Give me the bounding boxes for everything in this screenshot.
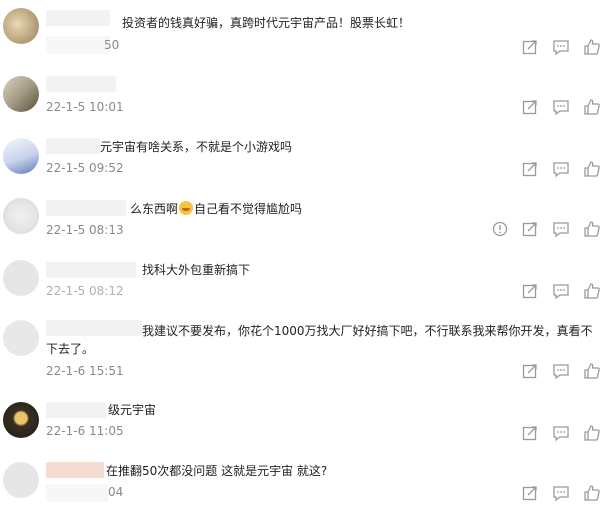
timestamp: 22-1-6 11:05	[46, 424, 124, 438]
avatar[interactable]	[3, 138, 39, 174]
avatar[interactable]	[3, 76, 39, 112]
like-icon[interactable]	[583, 424, 601, 442]
comment-item: 元宇宙有啥关系，不就是个小游戏吗 22-1-5 09:52	[0, 124, 609, 186]
username[interactable]	[46, 402, 106, 418]
username[interactable]	[46, 262, 136, 278]
comment-item: 我建议不要发布，你花个1000万找大厂好好搞下吧，不行联系我来帮你开发，真看不下…	[0, 310, 609, 392]
comment-actions	[519, 424, 609, 442]
comment-actions	[519, 98, 609, 116]
comment-icon[interactable]	[552, 282, 570, 300]
comment-actions	[519, 160, 609, 178]
timestamp: 22-1-5 08:12	[46, 284, 124, 298]
comment-item: 22-1-5 10:01	[0, 62, 609, 124]
username[interactable]	[46, 76, 116, 92]
username[interactable]	[46, 138, 100, 154]
like-icon[interactable]	[583, 362, 601, 380]
share-icon[interactable]	[521, 220, 539, 238]
comment-text: 我建议不要发布，你花个1000万找大厂好好搞下吧，不行联系我来帮你开发，真看不下…	[46, 324, 593, 356]
avatar[interactable]	[3, 402, 39, 438]
like-icon[interactable]	[583, 220, 601, 238]
comment-icon[interactable]	[552, 484, 570, 502]
avatar[interactable]	[3, 198, 39, 234]
timestamp: 22-1-6 15:51	[46, 364, 124, 378]
timestamp: 50	[104, 38, 120, 52]
timestamp: 22-1-5 09:52	[46, 161, 124, 175]
username[interactable]	[46, 200, 126, 216]
comment-actions	[489, 220, 609, 238]
like-icon[interactable]	[583, 38, 601, 56]
share-icon[interactable]	[521, 282, 539, 300]
laughing-emoji-icon	[179, 201, 194, 215]
timestamp: 22-1-5 08:13	[46, 223, 124, 237]
comment-icon[interactable]	[552, 362, 570, 380]
timestamp: 22-1-5 10:01	[46, 100, 124, 114]
like-icon[interactable]	[583, 160, 601, 178]
comment-actions	[519, 282, 609, 300]
comment-actions	[519, 484, 609, 502]
comment-icon[interactable]	[552, 160, 570, 178]
avatar[interactable]	[3, 8, 39, 44]
comment-actions	[519, 38, 609, 56]
comment-text: 在推翻50次都没问题 这就是元宇宙 就这?	[106, 464, 328, 478]
comment-actions	[519, 362, 609, 380]
username[interactable]	[46, 462, 104, 478]
comment-item: 么东西啊 自己看不觉得尴尬吗 22-1-5 08:13	[0, 186, 609, 248]
comment-icon[interactable]	[552, 98, 570, 116]
timestamp: 04	[108, 485, 124, 499]
comment-text: 级元宇宙	[108, 403, 157, 417]
comment-item: 级元宇宙 22-1-6 11:05	[0, 392, 609, 450]
comment-text: 么东西啊 自己看不觉得尴尬吗	[130, 200, 603, 218]
username[interactable]	[46, 10, 110, 26]
comment-text: 投资者的钱真好骗，真跨时代元宇宙产品！股票长虹！	[122, 16, 411, 30]
comment-icon[interactable]	[552, 220, 570, 238]
comment-item: 在推翻50次都没问题 这就是元宇宙 就这? 04	[0, 450, 609, 505]
comment-item: 找科大外包重新搞下 22-1-5 08:12	[0, 248, 609, 310]
blurred-region	[46, 36, 110, 54]
comment-text: 找科大外包重新搞下	[142, 263, 251, 277]
share-icon[interactable]	[521, 362, 539, 380]
share-icon[interactable]	[521, 160, 539, 178]
avatar[interactable]	[3, 260, 39, 296]
like-icon[interactable]	[583, 98, 601, 116]
like-icon[interactable]	[583, 484, 601, 502]
comment-text-part: 自己看不觉得尴尬吗	[194, 202, 303, 216]
comment-item: 投资者的钱真好骗，真跨时代元宇宙产品！股票长虹！ 50	[0, 0, 609, 62]
share-icon[interactable]	[521, 424, 539, 442]
avatar[interactable]	[3, 320, 39, 356]
blurred-region	[46, 484, 108, 502]
like-icon[interactable]	[583, 282, 601, 300]
share-icon[interactable]	[521, 38, 539, 56]
avatar[interactable]	[3, 462, 39, 498]
comment-icon[interactable]	[552, 424, 570, 442]
share-icon[interactable]	[521, 98, 539, 116]
comment-icon[interactable]	[552, 38, 570, 56]
comment-text: 元宇宙有啥关系，不就是个小游戏吗	[100, 140, 293, 154]
share-icon[interactable]	[521, 484, 539, 502]
report-icon[interactable]	[491, 220, 509, 238]
comment-text-part: 么东西啊	[130, 202, 179, 216]
